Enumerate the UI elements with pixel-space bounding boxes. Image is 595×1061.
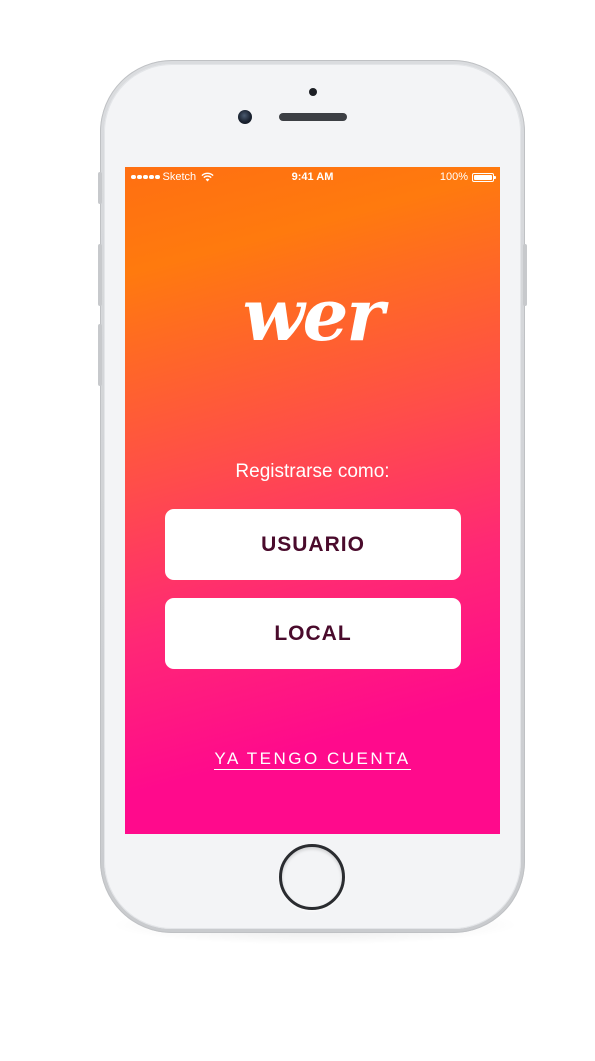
power-button [523, 244, 527, 306]
app-screen: Sketch 9:41 AM 100% wer Registrarse como… [125, 167, 500, 834]
register-local-button[interactable]: LOCAL [165, 598, 461, 669]
battery-percent: 100% [439, 171, 468, 183]
already-have-account-link[interactable]: YA TENGO CUENTA [214, 749, 411, 770]
home-button[interactable] [279, 844, 345, 910]
status-right: 100% [439, 167, 496, 187]
app-logo: wer [242, 272, 385, 357]
register-user-button[interactable]: USUARIO [165, 509, 461, 580]
battery-icon [472, 172, 496, 182]
volume-down-button [98, 324, 102, 386]
status-bar: Sketch 9:41 AM 100% [125, 167, 500, 187]
register-as-label: Registrarse como: [235, 461, 390, 482]
mute-switch [98, 172, 102, 204]
proximity-sensor [309, 88, 317, 96]
login-link-container: YA TENGO CUENTA [125, 749, 500, 770]
earpiece-speaker [279, 113, 347, 121]
volume-up-button [98, 244, 102, 306]
front-camera [238, 110, 252, 124]
